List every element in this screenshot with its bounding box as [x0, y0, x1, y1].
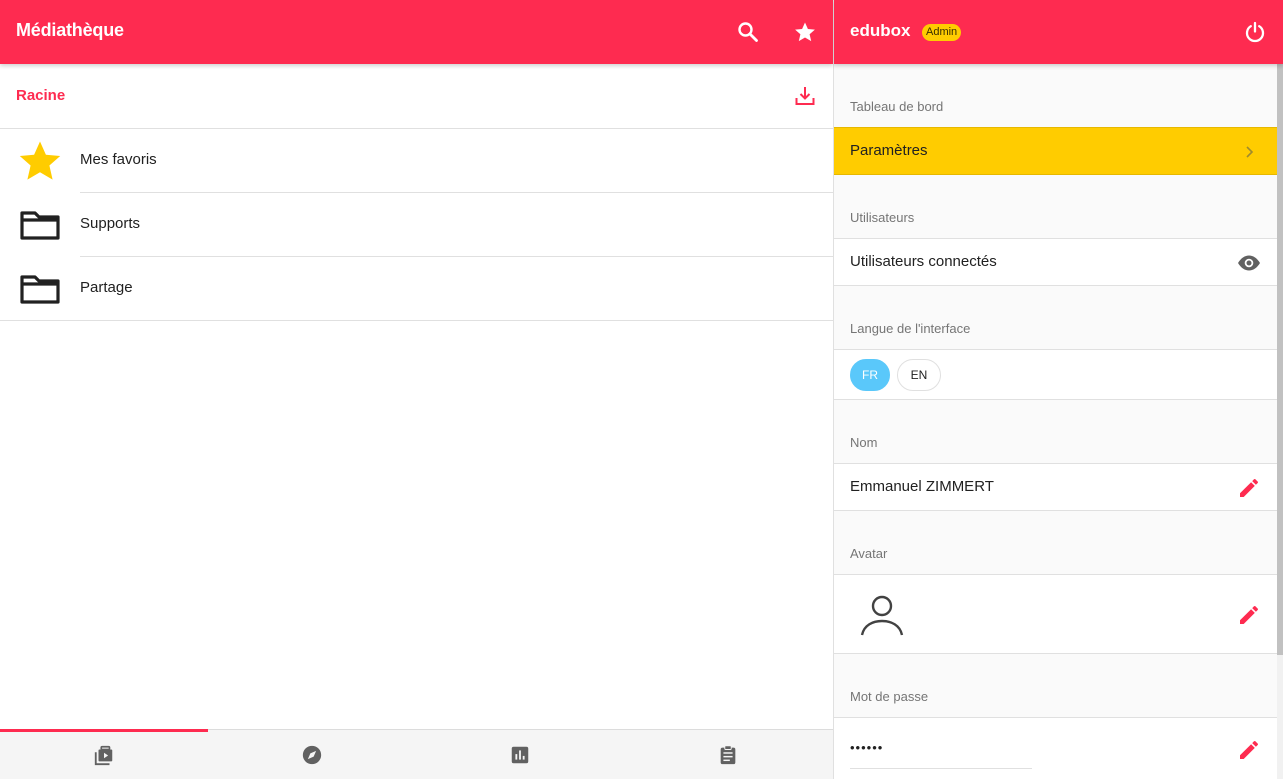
folder-icon	[20, 211, 60, 240]
folder-icon	[20, 275, 60, 304]
search-icon[interactable]	[736, 20, 760, 44]
avatar-person-icon	[860, 595, 904, 636]
clipboard-icon	[720, 745, 736, 765]
section-label-dashboard: Tableau de bord	[850, 99, 944, 114]
edit-name-icon[interactable]	[1237, 476, 1261, 500]
admin-badge: Admin	[922, 24, 962, 41]
power-icon[interactable]	[1243, 20, 1267, 44]
connected-users-label: Utilisateurs connectés	[850, 253, 997, 270]
tab-statistics[interactable]	[416, 730, 624, 779]
favorites-star-icon[interactable]	[793, 20, 817, 44]
scrollbar-thumb[interactable]	[1277, 64, 1283, 655]
section-label-users: Utilisateurs	[850, 210, 915, 225]
breadcrumb-bar: Racine	[0, 64, 833, 129]
password-row: ••••••	[834, 717, 1277, 779]
password-value: ••••••	[850, 740, 884, 755]
settings-label: Paramètres	[850, 142, 928, 159]
password-underline	[850, 768, 1032, 769]
list-item-favorites[interactable]: Mes favoris	[0, 129, 833, 193]
download-icon[interactable]	[793, 84, 817, 108]
connected-users-row[interactable]: Utilisateurs connectés	[834, 238, 1277, 286]
edit-password-icon[interactable]	[1237, 738, 1261, 762]
chevron-right-icon	[1246, 146, 1254, 158]
eye-icon[interactable]	[1237, 251, 1261, 275]
tab-media-library[interactable]	[0, 730, 208, 779]
media-library-app-bar: Médiathèque	[0, 0, 833, 64]
bar-chart-icon	[511, 746, 529, 764]
app-title: edubox	[850, 21, 911, 40]
list-item-label: Mes favoris	[80, 151, 157, 168]
name-value: Emmanuel ZIMMERT	[850, 478, 994, 495]
edit-avatar-icon[interactable]	[1237, 603, 1261, 627]
tab-explore[interactable]	[208, 730, 416, 779]
divider	[0, 320, 833, 321]
list-item-label: Partage	[80, 279, 133, 296]
folder-list: Mes favoris Supports Partage	[0, 129, 833, 321]
section-label-name: Nom	[850, 435, 878, 450]
settings-panel: Tableau de bord Paramètres Utilisateurs …	[834, 64, 1277, 779]
breadcrumb-root[interactable]: Racine	[16, 87, 65, 104]
language-fr-button[interactable]: FR	[850, 359, 890, 391]
list-item-label: Supports	[80, 215, 141, 232]
section-label-language: Langue de l'interface	[850, 321, 971, 336]
section-label-password: Mot de passe	[850, 689, 929, 704]
section-label-avatar: Avatar	[850, 546, 888, 561]
language-row: FR EN	[834, 349, 1277, 400]
admin-pane: edubox Admin Tableau de bord Paramètres …	[833, 0, 1283, 779]
bottom-navigation	[0, 729, 833, 779]
name-row: Emmanuel ZIMMERT	[834, 463, 1277, 511]
media-library-pane: Médiathèque Racine Mes favoris Supports …	[0, 0, 833, 779]
compass-icon	[302, 745, 322, 765]
admin-app-bar: edubox Admin	[834, 0, 1283, 64]
list-item-partage[interactable]: Partage	[0, 257, 833, 321]
avatar-row	[834, 574, 1277, 654]
star-icon	[19, 141, 61, 180]
settings-menu-item[interactable]: Paramètres	[834, 127, 1277, 175]
tab-clipboard[interactable]	[624, 730, 832, 779]
language-en-button[interactable]: EN	[897, 359, 941, 391]
media-library-icon	[94, 745, 113, 766]
list-item-supports[interactable]: Supports	[0, 193, 833, 257]
page-title: Médiathèque	[16, 20, 124, 40]
